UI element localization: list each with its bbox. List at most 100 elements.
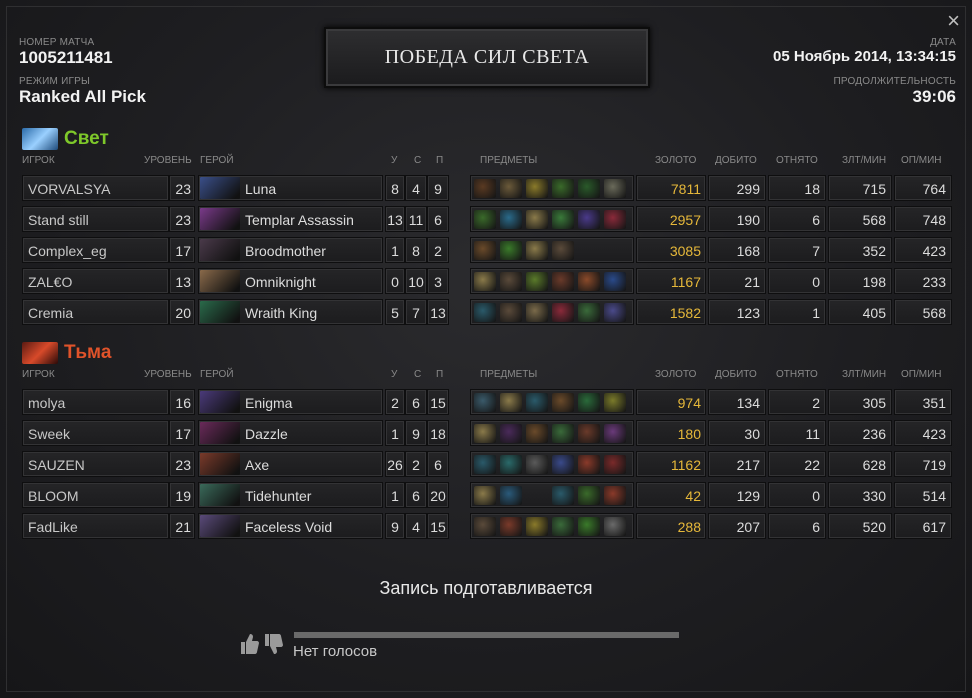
items-slots bbox=[470, 268, 634, 294]
item-icon[interactable] bbox=[526, 272, 548, 291]
item-icon[interactable] bbox=[500, 455, 522, 474]
item-icon[interactable] bbox=[552, 455, 574, 474]
player-row[interactable]: FadLike 21 Faceless Void 9 4 15 288 207 6 520 617 bbox=[22, 513, 954, 541]
player-name: VORVALSYA bbox=[22, 175, 169, 201]
item-icon[interactable] bbox=[552, 486, 574, 505]
hero-portrait[interactable] bbox=[200, 270, 240, 292]
item-icon[interactable] bbox=[604, 455, 626, 474]
item-icon[interactable] bbox=[474, 455, 496, 474]
item-icon[interactable] bbox=[578, 272, 600, 291]
player-row[interactable]: Cremia 20 Wraith King 5 7 13 1582 123 1 405 568 bbox=[22, 299, 954, 327]
item-icon[interactable] bbox=[604, 424, 626, 443]
kills: 1 bbox=[385, 482, 405, 508]
player-row[interactable]: VORVALSYA 23 Luna 8 4 9 7811 299 18 715 764 bbox=[22, 175, 954, 203]
item-icon[interactable] bbox=[500, 210, 522, 229]
item-icon[interactable] bbox=[500, 303, 522, 322]
item-icon[interactable] bbox=[578, 179, 600, 198]
hero-portrait[interactable] bbox=[200, 239, 240, 261]
item-icon[interactable] bbox=[604, 303, 626, 322]
player-row[interactable]: Complex_eg 17 Broodmother 1 8 2 3085 168 7 352 423 bbox=[22, 237, 954, 265]
hero-portrait[interactable] bbox=[200, 177, 240, 199]
item-icon[interactable] bbox=[526, 517, 548, 536]
hero-name: Luna bbox=[198, 175, 383, 201]
player-row[interactable]: SAUZEN 23 Axe 26 2 6 1162 217 22 628 719 bbox=[22, 451, 954, 479]
item-icon[interactable] bbox=[526, 210, 548, 229]
item-icon[interactable] bbox=[474, 486, 496, 505]
hero-portrait[interactable] bbox=[200, 391, 240, 413]
hero-portrait[interactable] bbox=[200, 208, 240, 230]
item-icon[interactable] bbox=[526, 455, 548, 474]
assists: 6 bbox=[427, 451, 449, 477]
dire-header: Тьма bbox=[22, 340, 111, 366]
hero-portrait[interactable] bbox=[200, 422, 240, 444]
kills: 1 bbox=[385, 420, 405, 446]
item-icon[interactable] bbox=[500, 424, 522, 443]
hero-portrait[interactable] bbox=[200, 484, 240, 506]
gold: 180 bbox=[636, 420, 706, 446]
col-gold: ЗОЛОТО bbox=[655, 155, 697, 166]
item-icon[interactable] bbox=[604, 272, 626, 291]
item-icon[interactable] bbox=[578, 210, 600, 229]
item-icon[interactable] bbox=[526, 179, 548, 198]
item-icon[interactable] bbox=[474, 241, 496, 260]
item-icon[interactable] bbox=[578, 486, 600, 505]
thumbs-down-icon[interactable] bbox=[263, 632, 283, 656]
item-icon[interactable] bbox=[604, 210, 626, 229]
item-icon[interactable] bbox=[474, 210, 496, 229]
item-icon[interactable] bbox=[474, 303, 496, 322]
item-icon[interactable] bbox=[552, 424, 574, 443]
item-icon[interactable] bbox=[552, 241, 574, 260]
item-icon[interactable] bbox=[526, 303, 548, 322]
item-icon[interactable] bbox=[552, 393, 574, 412]
item-icon[interactable] bbox=[500, 486, 522, 505]
item-icon[interactable] bbox=[474, 179, 496, 198]
hero-portrait[interactable] bbox=[200, 515, 240, 537]
player-row[interactable]: BLOOM 19 Tidehunter 1 6 20 42 129 0 330 514 bbox=[22, 482, 954, 510]
item-icon[interactable] bbox=[474, 272, 496, 291]
item-icon[interactable] bbox=[474, 393, 496, 412]
item-icon[interactable] bbox=[604, 517, 626, 536]
kills: 13 bbox=[385, 206, 405, 232]
item-icon[interactable] bbox=[578, 393, 600, 412]
item-icon[interactable] bbox=[500, 393, 522, 412]
close-icon[interactable]: × bbox=[947, 10, 960, 32]
item-icon[interactable] bbox=[604, 393, 626, 412]
match-id-block: НОМЕР МАТЧА 1005211481 bbox=[19, 37, 113, 68]
item-icon[interactable] bbox=[552, 303, 574, 322]
player-name: Stand still bbox=[22, 206, 169, 232]
assists: 9 bbox=[427, 175, 449, 201]
item-icon[interactable] bbox=[526, 241, 548, 260]
gold: 42 bbox=[636, 482, 706, 508]
player-row[interactable]: Stand still 23 Templar Assassin 13 11 6 2957 19… bbox=[22, 206, 954, 234]
hero-name-label: Broodmother bbox=[245, 243, 326, 259]
player-row[interactable]: Sweek 17 Dazzle 1 9 18 180 30 11 236 423 bbox=[22, 420, 954, 448]
item-icon[interactable] bbox=[500, 241, 522, 260]
deaths: 6 bbox=[405, 389, 427, 415]
item-icon[interactable] bbox=[500, 517, 522, 536]
thumbs-up-icon[interactable] bbox=[239, 632, 259, 656]
item-icon[interactable] bbox=[604, 486, 626, 505]
hero-level: 20 bbox=[169, 299, 195, 325]
player-row[interactable]: molya 16 Enigma 2 6 15 974 134 2 305 351 bbox=[22, 389, 954, 417]
match-duration: 39:06 bbox=[912, 87, 956, 106]
item-icon[interactable] bbox=[578, 455, 600, 474]
item-icon[interactable] bbox=[474, 424, 496, 443]
item-icon[interactable] bbox=[604, 179, 626, 198]
item-icon[interactable] bbox=[578, 517, 600, 536]
assists: 15 bbox=[427, 513, 449, 539]
item-icon[interactable] bbox=[474, 517, 496, 536]
item-icon[interactable] bbox=[552, 517, 574, 536]
hero-portrait[interactable] bbox=[200, 453, 240, 475]
item-icon[interactable] bbox=[552, 272, 574, 291]
item-icon[interactable] bbox=[552, 210, 574, 229]
item-icon[interactable] bbox=[578, 424, 600, 443]
item-icon[interactable] bbox=[500, 272, 522, 291]
item-icon[interactable] bbox=[552, 179, 574, 198]
item-icon[interactable] bbox=[578, 303, 600, 322]
player-row[interactable]: ZAL€O 13 Omniknight 0 10 3 1167 21 0 198 233 bbox=[22, 268, 954, 296]
hero-portrait[interactable] bbox=[200, 301, 240, 323]
col-last-hits: ДОБИТО bbox=[715, 155, 757, 166]
item-icon[interactable] bbox=[500, 179, 522, 198]
item-icon[interactable] bbox=[526, 424, 548, 443]
item-icon[interactable] bbox=[526, 393, 548, 412]
